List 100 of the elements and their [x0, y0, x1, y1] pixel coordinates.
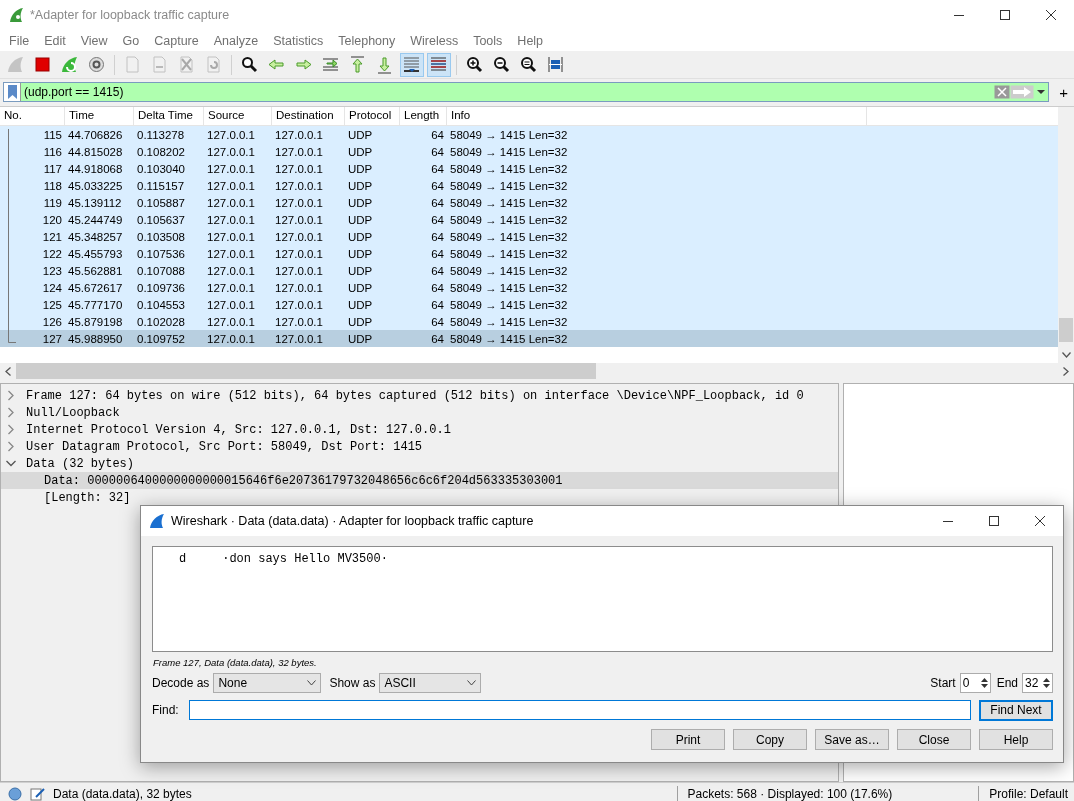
menu-item[interactable]: Help: [510, 33, 552, 48]
column-header[interactable]: Destination: [272, 107, 345, 125]
table-cell: 45.672617: [68, 281, 123, 294]
tree-item[interactable]: User Datagram Protocol, Src Port: 58049, Dst Port: 1415: [1, 438, 838, 455]
zoom-out-icon: [492, 55, 511, 74]
table-cell: 121: [42, 230, 62, 243]
table-cell: 64: [431, 213, 444, 226]
menu-item[interactable]: Analyze: [206, 33, 267, 48]
byte-text-area[interactable]: d ·don says Hello MV3500·: [152, 546, 1053, 652]
filter-field[interactable]: (udp.port == 1415): [3, 82, 1050, 102]
table-cell: 64: [431, 179, 444, 192]
bookmark-icon: [7, 85, 17, 99]
packet-row[interactable]: 121 45.348257 0.103508 127.0.0.1 127.0.0.1 UDP 64 58049 → 1415 Len=32: [0, 228, 1058, 245]
save-as-button[interactable]: Save as…: [815, 729, 889, 750]
tree-item[interactable]: Data: 0000006400000000000015646f6e20736179732048656c6c6f204d563335303001: [1, 472, 838, 489]
table-cell: 45.033225: [68, 179, 123, 192]
table-cell: 116: [43, 145, 62, 158]
menu-item[interactable]: Telephony: [331, 33, 404, 48]
table-cell: 64: [431, 315, 444, 328]
menu-item[interactable]: Statistics: [266, 33, 332, 48]
decode-label: Decode as: [152, 676, 210, 690]
menu-item[interactable]: Wireless: [403, 33, 467, 48]
menu-item[interactable]: Go: [115, 33, 148, 48]
menu-item[interactable]: Edit: [37, 33, 74, 48]
close-button[interactable]: Close: [897, 729, 971, 750]
tree-item[interactable]: Internet Protocol Version 4, Src: 127.0.0.1, Dst: 127.0.0.1: [1, 421, 838, 438]
packet-row[interactable]: 120 45.244749 0.105637 127.0.0.1 127.0.0.1 UDP 64 58049 → 1415 Len=32: [0, 211, 1058, 228]
packet-row[interactable]: 119 45.139112 0.105887 127.0.0.1 127.0.0.1 UDP 64 58049 → 1415 Len=32: [0, 194, 1058, 211]
table-cell: 127.0.0.1: [275, 145, 323, 158]
decode-dropdown[interactable]: None: [213, 673, 322, 693]
info-text: 58049 → 1415 Len=32: [450, 247, 568, 260]
table-cell: 124: [42, 281, 62, 294]
packet-row[interactable]: 124 45.672617 0.109736 127.0.0.1 127.0.0.1 UDP 64 58049 → 1415 Len=32: [0, 279, 1058, 296]
table-cell: 64: [431, 264, 444, 277]
copy-button[interactable]: Copy: [733, 729, 807, 750]
column-header[interactable]: Length: [400, 107, 447, 125]
table-cell: 64: [431, 247, 444, 260]
packet-row[interactable]: 115 44.706826 0.113278 127.0.0.1 127.0.0.1 UDP 64 58049 → 1415 Len=32: [0, 126, 1058, 143]
table-cell: 127.0.0.1: [207, 179, 255, 192]
column-header[interactable]: Delta Time: [134, 107, 204, 125]
table-cell: 115: [43, 128, 62, 141]
print-button[interactable]: Print: [651, 729, 725, 750]
help-button[interactable]: Help: [979, 729, 1053, 750]
table-cell: 127.0.0.1: [207, 264, 255, 277]
tree-item[interactable]: Null/Loopback: [1, 404, 838, 421]
info-text: 58049 → 1415 Len=32: [450, 179, 568, 192]
menu-item[interactable]: View: [73, 33, 116, 48]
table-cell: 127.0.0.1: [275, 332, 323, 345]
packet-row[interactable]: 125 45.777170 0.104553 127.0.0.1 127.0.0.1 UDP 64 58049 → 1415 Len=32: [0, 296, 1058, 313]
table-cell: 45.562881: [68, 264, 123, 277]
packet-row[interactable]: 116 44.815028 0.108202 127.0.0.1 127.0.0.1 UDP 64 58049 → 1415 Len=32: [0, 143, 1058, 160]
end-label: End: [996, 676, 1018, 690]
menu-item[interactable]: File: [2, 33, 38, 48]
table-cell: 127.0.0.1: [275, 298, 323, 311]
menu-item[interactable]: Tools: [466, 33, 511, 48]
scroll-thumb[interactable]: [1059, 318, 1073, 342]
tree-item[interactable]: Data (32 bytes): [1, 455, 838, 472]
packet-row[interactable]: 123 45.562881 0.107088 127.0.0.1 127.0.0.1 UDP 64 58049 → 1415 Len=32: [0, 262, 1058, 279]
scroll-thumb[interactable]: [16, 363, 596, 379]
table-cell: 0.105887: [137, 196, 185, 209]
table-cell: 45.348257: [68, 230, 123, 243]
toolbar-button[interactable]: [399, 52, 424, 77]
tree-item[interactable]: [Length: 32]: [1, 489, 838, 506]
end-spinbox[interactable]: 32: [1022, 673, 1053, 693]
table-cell: 127.0.0.1: [207, 196, 255, 209]
find-next-button[interactable]: Find Next: [979, 699, 1053, 721]
column-header[interactable]: Info: [447, 107, 867, 125]
info-text: 58049 → 1415 Len=32: [450, 128, 568, 141]
window-title: *Adapter for loopback traffic capture: [30, 8, 231, 22]
table-cell: 0.109752: [137, 332, 185, 345]
column-header[interactable]: No.: [0, 107, 65, 125]
menu-item[interactable]: Capture: [147, 33, 207, 48]
profile-label[interactable]: Profile: Default: [989, 786, 1068, 801]
column-header[interactable]: Protocol: [345, 107, 400, 125]
fin-icon: [149, 513, 165, 529]
packet-row[interactable]: 122 45.455793 0.107536 127.0.0.1 127.0.0.1 UDP 64 58049 → 1415 Len=32: [0, 245, 1058, 262]
vertical-scrollbar[interactable]: [1058, 107, 1074, 363]
show-dropdown[interactable]: ASCII: [379, 673, 482, 693]
search-icon: [240, 55, 259, 74]
packet-row[interactable]: 126 45.879198 0.102028 127.0.0.1 127.0.0.1 UDP 64 58049 → 1415 Len=32: [0, 313, 1058, 330]
table-cell: 127.0.0.1: [275, 247, 323, 260]
packet-row[interactable]: 127 45.988950 0.109752 127.0.0.1 127.0.0.1 UDP 64 58049 → 1415 Len=32: [0, 330, 1058, 347]
column-header[interactable]: Source: [204, 107, 272, 125]
horizontal-scrollbar[interactable]: [0, 363, 1074, 379]
table-cell: 127.0.0.1: [275, 264, 323, 277]
find-field[interactable]: [188, 700, 971, 720]
packet-row[interactable]: 117 44.918068 0.103040 127.0.0.1 127.0.0.1 UDP 64 58049 → 1415 Len=32: [0, 160, 1058, 177]
tree-item[interactable]: Frame 127: 64 bytes on wire (512 bits), 64 bytes captured (512 bits) on interface \Device\NPF_Loopback, id 0: [1, 387, 838, 404]
table-cell: 44.706826: [68, 128, 123, 141]
start-spinbox[interactable]: 0: [959, 673, 991, 693]
add-filter-button[interactable]: +: [1053, 83, 1074, 101]
table-cell: 125: [42, 298, 62, 311]
info-text: 58049 → 1415 Len=32: [450, 145, 568, 158]
table-cell: 127.0.0.1: [207, 145, 255, 158]
filter-input[interactable]: (udp.port == 1415): [21, 83, 995, 101]
table-cell: 45.879198: [68, 315, 123, 328]
table-cell: UDP: [348, 332, 373, 345]
table-cell: UDP: [348, 145, 373, 158]
packet-row[interactable]: 118 45.033225 0.115157 127.0.0.1 127.0.0.1 UDP 64 58049 → 1415 Len=32: [0, 177, 1058, 194]
column-header[interactable]: Time: [65, 107, 134, 125]
